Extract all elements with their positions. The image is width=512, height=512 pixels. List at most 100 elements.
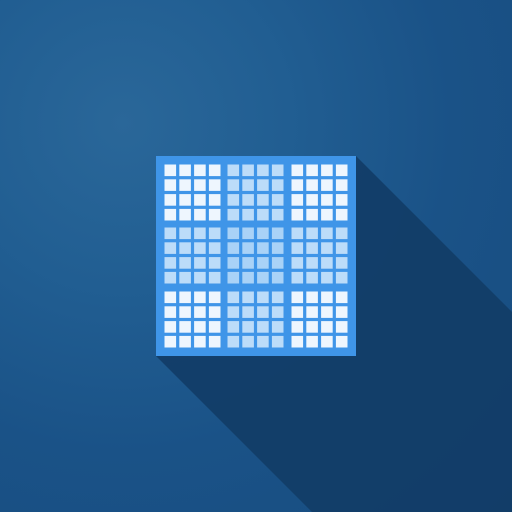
grid-cell [242, 208, 254, 221]
grid-cell [271, 242, 284, 254]
grid-cell [335, 242, 348, 254]
grid-cell [271, 271, 284, 284]
grid-cell [335, 164, 348, 177]
grid-cell [271, 179, 284, 191]
grid-cell [208, 257, 221, 269]
grid-cell [164, 291, 177, 304]
grid-cell [291, 271, 304, 284]
grid-cell [257, 321, 269, 333]
grid-cell [242, 179, 254, 191]
grid-cell [335, 335, 348, 348]
grid-cell [208, 291, 221, 304]
grid-cell [257, 242, 269, 254]
grid-cell [257, 164, 269, 177]
grid-cell [194, 194, 206, 206]
grid-cell [321, 291, 333, 304]
grid-cell [257, 271, 269, 284]
grid-cell [194, 335, 206, 348]
grid-cell [194, 208, 206, 221]
grid-cell [271, 164, 284, 177]
grid-cell [306, 257, 318, 269]
grid-cell [194, 306, 206, 318]
grid-cell [242, 306, 254, 318]
grid-cell [194, 271, 206, 284]
grid-cell [306, 179, 318, 191]
grid-cell [179, 335, 191, 348]
grid-cell [179, 321, 191, 333]
grid-cell [291, 227, 304, 240]
grid-cell [271, 257, 284, 269]
grid-cell [306, 321, 318, 333]
grid-cell [179, 227, 191, 240]
grid-cell [242, 291, 254, 304]
grid-cell [194, 227, 206, 240]
grid-cell [227, 306, 240, 318]
grid-cell [291, 291, 304, 304]
grid-cell [321, 306, 333, 318]
grid-cell [242, 321, 254, 333]
grid-cell [227, 164, 240, 177]
grid-cell [164, 271, 177, 284]
grid-cell [227, 194, 240, 206]
grid-cell [306, 306, 318, 318]
grid-cell [179, 271, 191, 284]
grid-cell [208, 227, 221, 240]
grid-cell [335, 208, 348, 221]
grid-cell [306, 335, 318, 348]
grid-cell [306, 291, 318, 304]
grid-cell [194, 321, 206, 333]
grid-cell [291, 164, 304, 177]
grid-cell [291, 257, 304, 269]
grid-cell [242, 335, 254, 348]
grid-cell [291, 242, 304, 254]
grid-cell [242, 242, 254, 254]
grid-cell [335, 194, 348, 206]
grid-cell [321, 179, 333, 191]
grid-cell [271, 291, 284, 304]
grid-cell [208, 179, 221, 191]
grid-cell [271, 208, 284, 221]
grid-cell [242, 227, 254, 240]
grid-cell [227, 208, 240, 221]
grid-cell [164, 242, 177, 254]
grid-cell [227, 271, 240, 284]
grid-cell [335, 291, 348, 304]
grid-cell [271, 306, 284, 318]
grid-cell [227, 179, 240, 191]
grid-cell [179, 306, 191, 318]
grid-cell [257, 227, 269, 240]
grid-cell [179, 179, 191, 191]
grid-cell [321, 321, 333, 333]
grid-cell [179, 242, 191, 254]
grid-cell [208, 208, 221, 221]
grid-cell [306, 271, 318, 284]
grid-cell [291, 335, 304, 348]
grid-cell [242, 164, 254, 177]
grid-cell [291, 321, 304, 333]
grid-cell [291, 306, 304, 318]
grid-cell [335, 271, 348, 284]
grid-cell [164, 208, 177, 221]
grid-cell [306, 208, 318, 221]
grid-cell [242, 194, 254, 206]
grid-cell [321, 227, 333, 240]
grid-cell [257, 179, 269, 191]
grid-cell [164, 227, 177, 240]
grid-cell [257, 208, 269, 221]
grid-cell [179, 194, 191, 206]
grid-cell [321, 271, 333, 284]
grid-cell [194, 179, 206, 191]
grid-cell [194, 164, 206, 177]
grid-cell [227, 242, 240, 254]
grid-cell [257, 306, 269, 318]
grid-cell [335, 179, 348, 191]
grid-cell [321, 208, 333, 221]
grid-cell [321, 194, 333, 206]
grid-cell [271, 335, 284, 348]
grid-cell [306, 194, 318, 206]
grid-cell [164, 306, 177, 318]
grid-cell [271, 227, 284, 240]
grid-cell [208, 271, 221, 284]
grid-cell [164, 321, 177, 333]
grid-cell [271, 321, 284, 333]
